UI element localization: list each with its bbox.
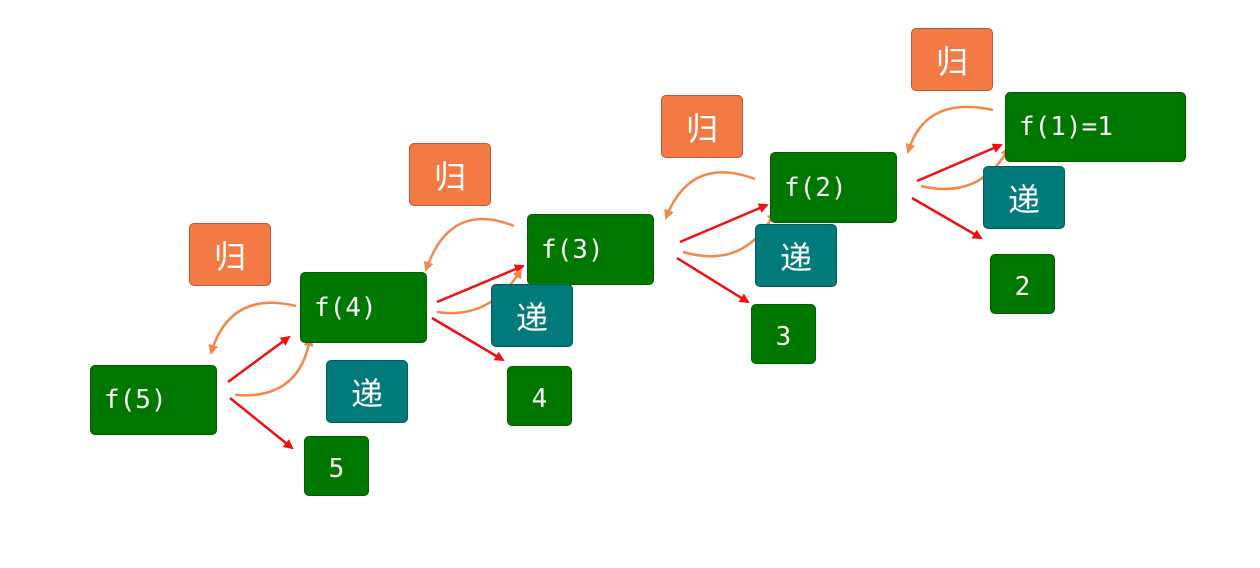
value-5: 5 xyxy=(304,436,369,496)
recurse-label-f5: 递 xyxy=(326,360,408,423)
node-f5: f(5) xyxy=(90,365,217,435)
call-arrow-f5-v5 xyxy=(229,397,294,450)
return-curve-f1-f2 xyxy=(905,105,994,154)
value-3: 3 xyxy=(751,304,816,364)
call-arrow-f3-f2 xyxy=(679,203,769,244)
return-curve-f4-f5 xyxy=(208,301,297,355)
call-arrow-f5-f4 xyxy=(227,335,291,384)
return-label-f4: 归 xyxy=(409,143,491,206)
node-f4: f(4) xyxy=(300,272,427,343)
recurse-label-f3: 递 xyxy=(755,224,837,287)
return-label-f2: 归 xyxy=(911,28,993,91)
node-f1: f(1)=1 xyxy=(1005,92,1186,162)
return-label-f5: 归 xyxy=(189,223,271,286)
recurse-curve-f5 xyxy=(234,336,314,397)
node-f2: f(2) xyxy=(770,152,897,223)
value-2: 2 xyxy=(990,254,1055,314)
return-curve-f3-f4 xyxy=(423,217,515,272)
recurse-label-f2: 递 xyxy=(983,166,1065,229)
call-arrow-f2-v2 xyxy=(911,196,983,240)
return-curve-f2-f3 xyxy=(664,171,756,220)
value-4: 4 xyxy=(507,366,572,426)
call-arrow-f3-v3 xyxy=(676,256,750,304)
recurse-label-f4: 递 xyxy=(491,284,573,347)
return-label-f3: 归 xyxy=(661,95,743,158)
node-f3: f(3) xyxy=(527,214,654,285)
